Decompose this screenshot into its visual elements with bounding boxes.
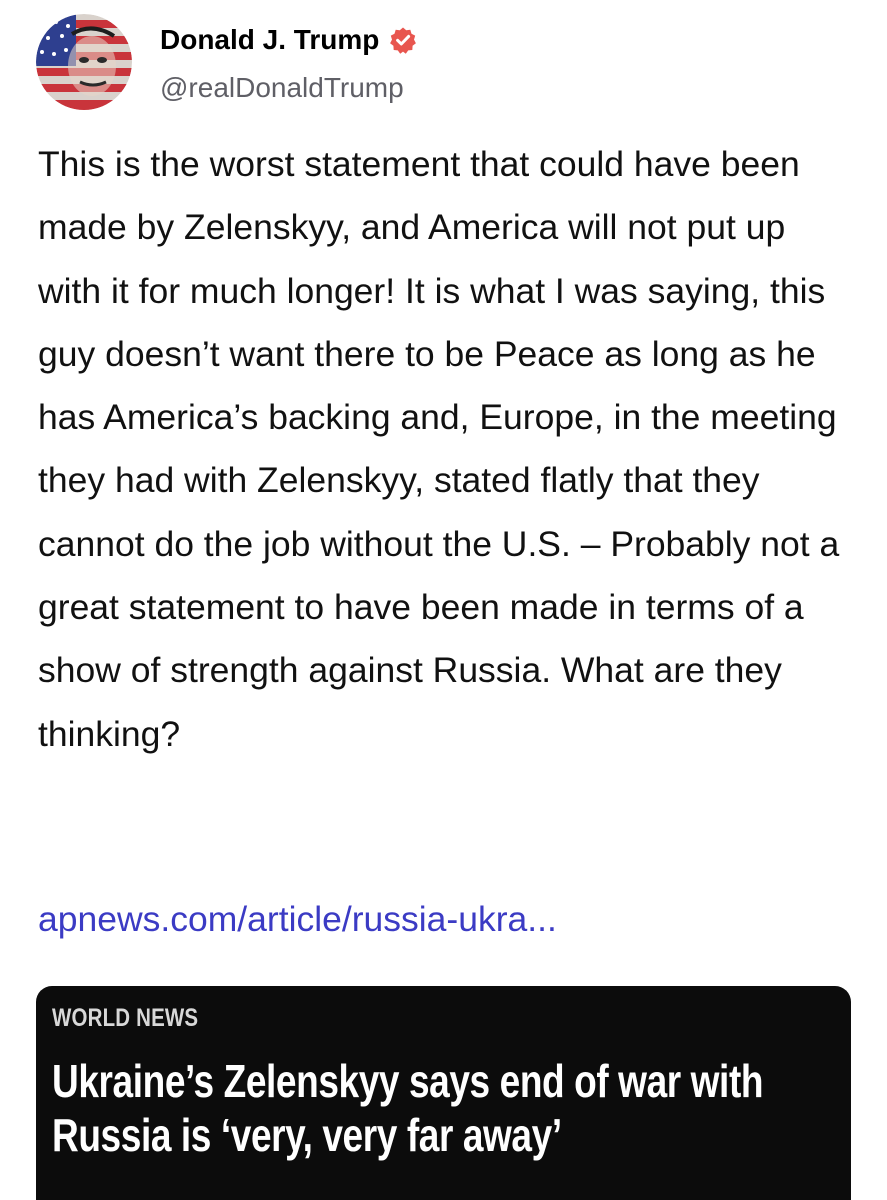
card-headline: Ukraine’s Zelenskyy says end of war with… (52, 1055, 764, 1161)
author-name-row: Donald J. Trump (160, 22, 417, 58)
avatar-image (36, 14, 132, 110)
author-display-name[interactable]: Donald J. Trump (160, 22, 379, 58)
post-text: This is the worst statement that could h… (38, 144, 840, 754)
post-link[interactable]: apnews.com/article/russia-ukra... (38, 888, 557, 951)
card-section-label: WORLD NEWS (52, 1004, 199, 1032)
link-preview-card[interactable]: WORLD NEWS Ukraine’s Zelenskyy says end … (36, 986, 851, 1200)
author-handle[interactable]: @realDonaldTrump (160, 70, 404, 106)
post-header: Donald J. Trump @realDonaldTrump (36, 14, 856, 114)
verified-badge-icon (389, 26, 417, 54)
avatar[interactable] (36, 14, 132, 110)
